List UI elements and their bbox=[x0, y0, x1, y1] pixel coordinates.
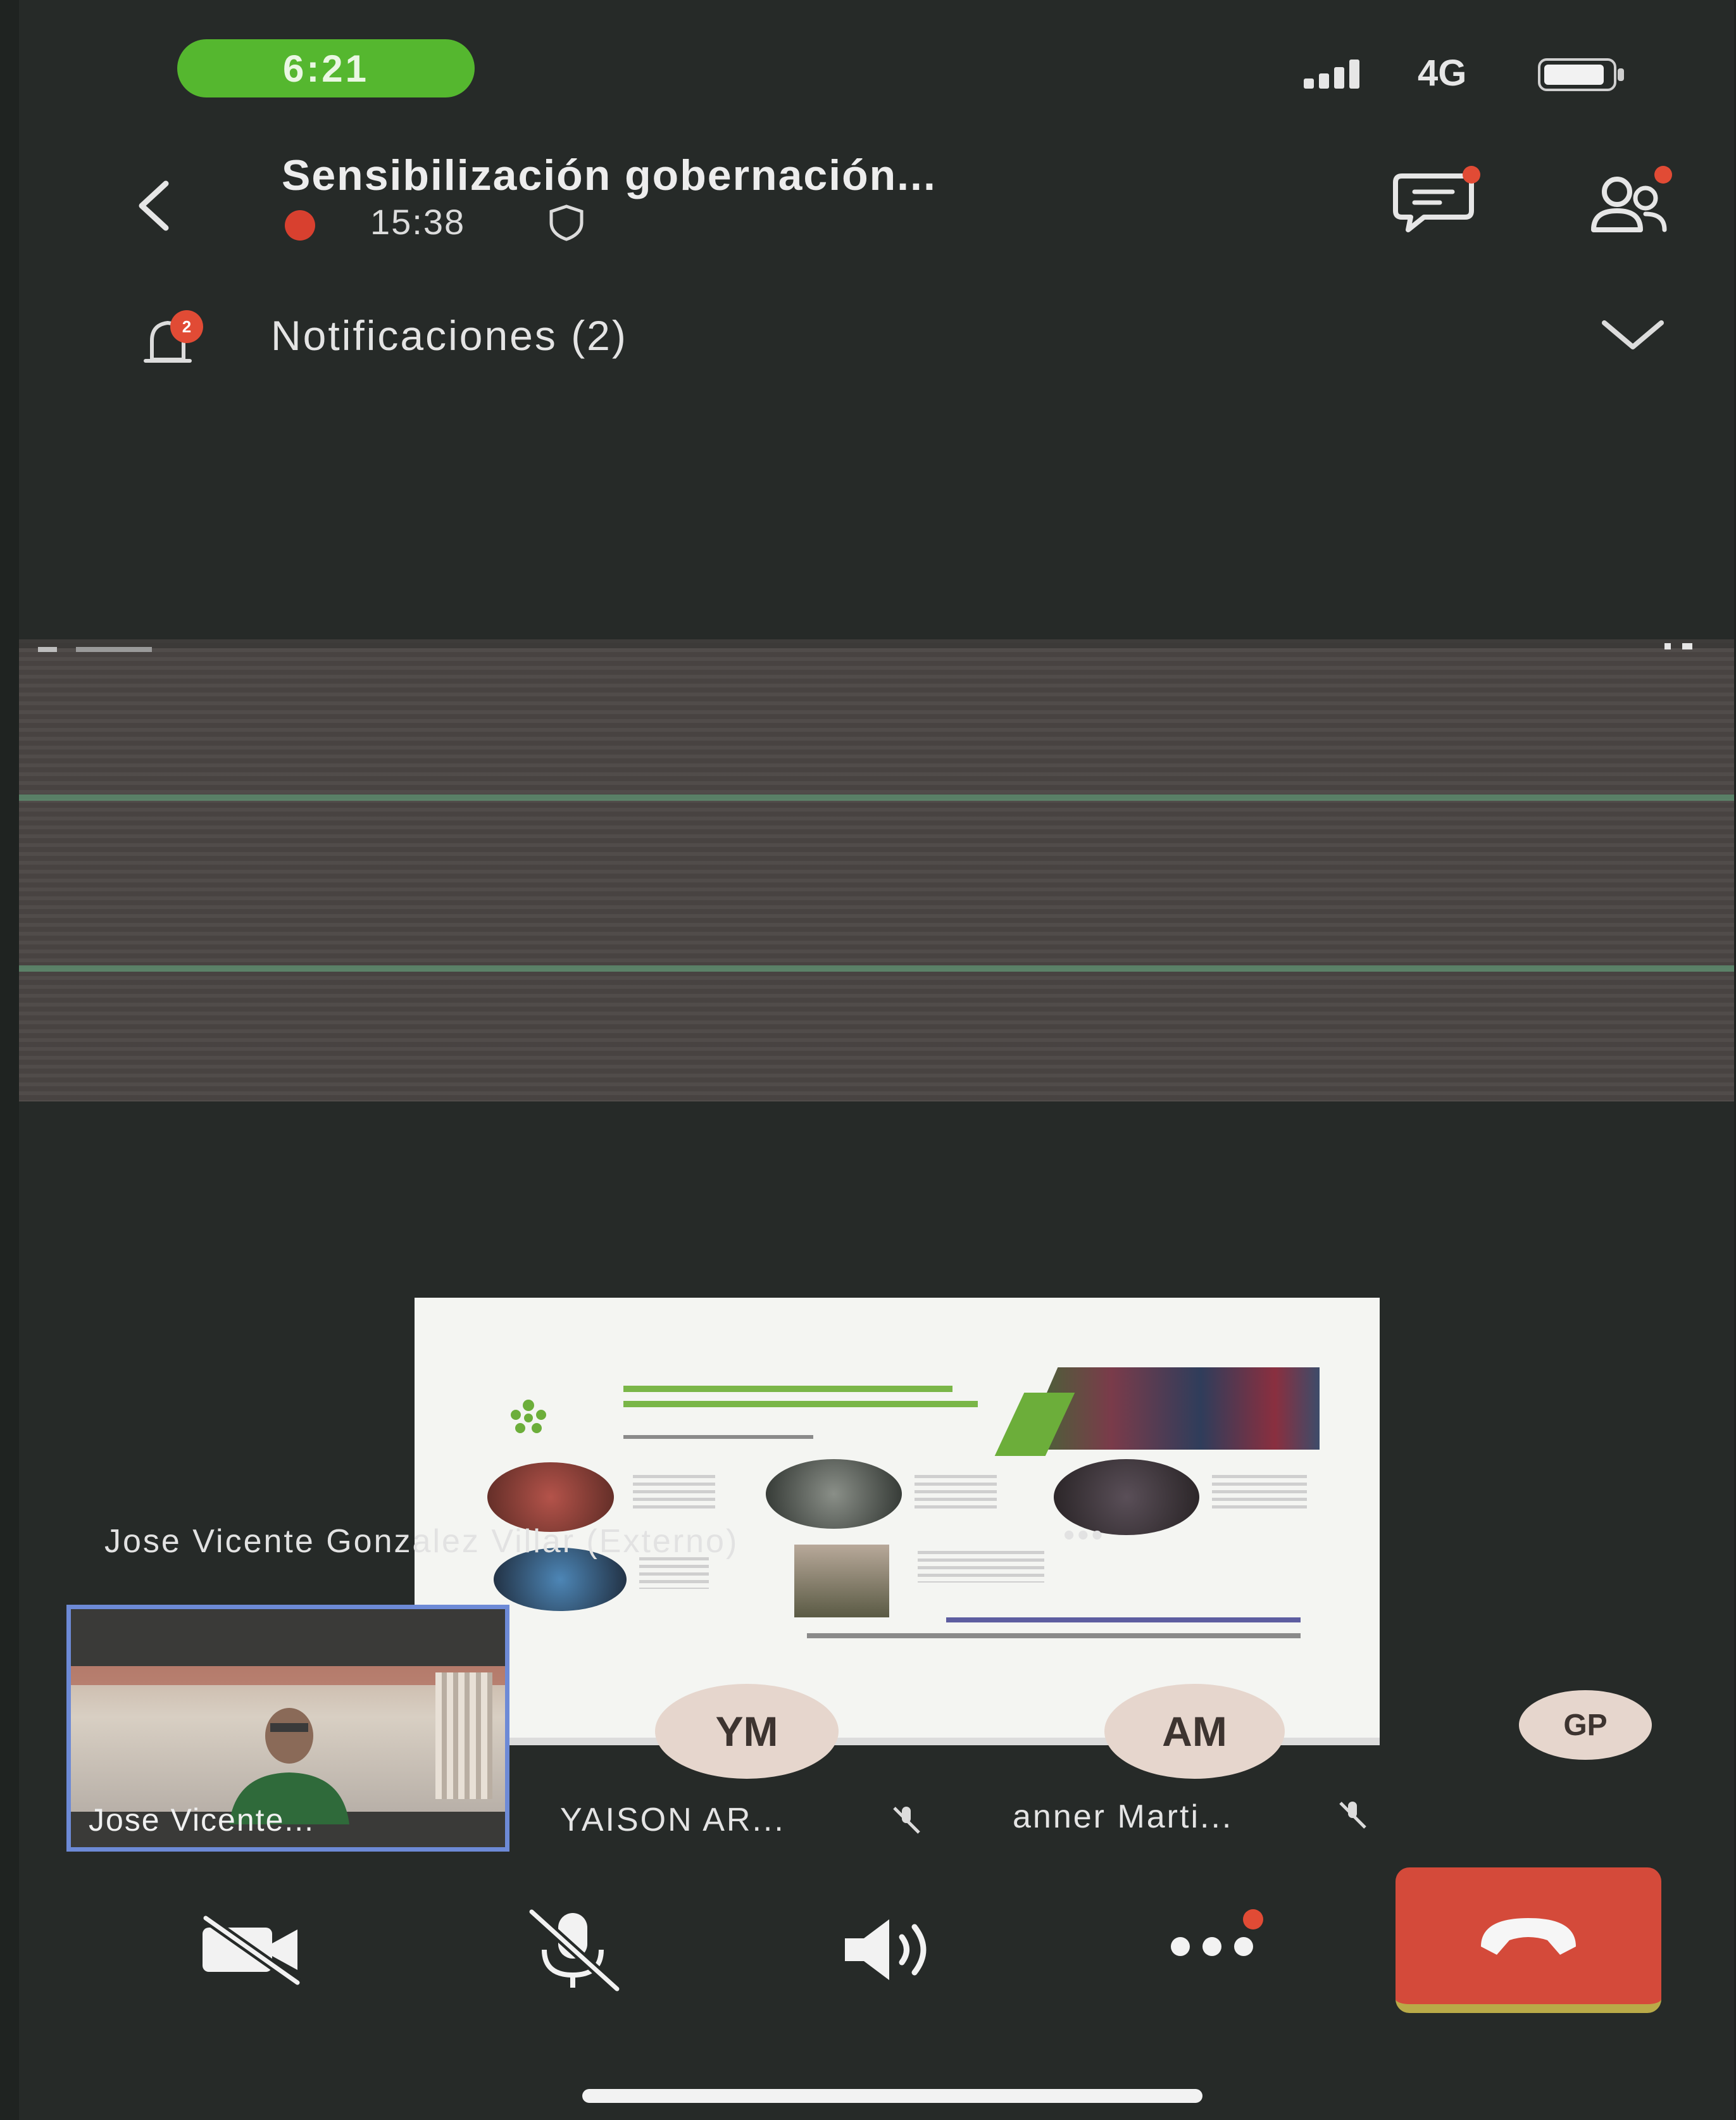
chat-icon[interactable] bbox=[1389, 163, 1484, 239]
avatar-gp[interactable]: GP bbox=[1519, 1690, 1652, 1760]
meeting-duration: 15:38 bbox=[370, 202, 466, 242]
notifications-label[interactable]: Notificaciones (2) bbox=[271, 311, 628, 360]
mic-off-small-icon bbox=[893, 1807, 920, 1834]
end-call-icon bbox=[1481, 1918, 1576, 1955]
network-type: 4G bbox=[1418, 53, 1467, 94]
svg-text:2: 2 bbox=[182, 317, 191, 336]
presentation-slide bbox=[415, 1298, 1380, 1745]
participant-name-am: anner Marti... bbox=[1013, 1798, 1233, 1835]
meeting-title: Sensibilización gobernación... bbox=[282, 151, 937, 199]
slide-photo-2 bbox=[766, 1459, 902, 1529]
avatar-am[interactable]: AM bbox=[1104, 1684, 1285, 1779]
participant-tile-label: Jose Vicente... bbox=[89, 1802, 315, 1838]
speaker-icon[interactable] bbox=[832, 1912, 946, 1988]
participants-icon[interactable] bbox=[1582, 163, 1677, 239]
chevron-left-icon[interactable] bbox=[127, 177, 184, 234]
slide-logo-icon bbox=[511, 1400, 546, 1433]
slide-text-block-3 bbox=[1212, 1475, 1307, 1513]
bell-icon[interactable]: 2 bbox=[133, 309, 209, 372]
active-speaker-more-button[interactable]: ••• bbox=[1063, 1516, 1106, 1554]
slide-text-block-5 bbox=[918, 1551, 1044, 1583]
active-speaker-name: Jose Vicente Gonzalez Villar (Externo) bbox=[104, 1523, 739, 1560]
participant-video-tile[interactable]: Jose Vicente... bbox=[66, 1605, 509, 1852]
status-time-pill: 6:21 bbox=[177, 39, 475, 97]
participant-name-ym: YAISON AR... bbox=[560, 1802, 785, 1838]
camera-off-icon[interactable] bbox=[193, 1912, 307, 1988]
more-icon[interactable] bbox=[1158, 1899, 1272, 1981]
slide-text-block-1 bbox=[633, 1475, 715, 1513]
status-time: 6:21 bbox=[282, 47, 370, 90]
chevron-down-icon[interactable] bbox=[1598, 317, 1668, 354]
end-call-button[interactable] bbox=[1396, 1867, 1661, 2013]
mic-off-icon[interactable] bbox=[519, 1905, 627, 1994]
avatar-ym[interactable]: YM bbox=[655, 1684, 839, 1779]
shield-icon[interactable] bbox=[547, 204, 585, 242]
slide-title-graphic bbox=[623, 1383, 978, 1407]
battery-icon bbox=[1538, 58, 1624, 91]
slide-footer-line bbox=[807, 1633, 1301, 1638]
recording-indicator bbox=[285, 210, 315, 241]
slide-photo-5 bbox=[794, 1545, 889, 1617]
shared-screen-area[interactable] bbox=[19, 639, 1734, 1745]
share-dots-icon bbox=[1664, 643, 1692, 649]
avatar-initials: GP bbox=[1563, 1708, 1608, 1742]
mic-off-small-icon bbox=[1339, 1802, 1366, 1829]
slide-text-block-4 bbox=[639, 1557, 709, 1589]
slide-link-line bbox=[946, 1617, 1301, 1622]
slide-photo-1 bbox=[487, 1462, 614, 1532]
home-indicator[interactable] bbox=[582, 2089, 1202, 2103]
share-indicator-icon bbox=[38, 647, 152, 652]
slide-text-block-2 bbox=[915, 1475, 997, 1513]
slide-subtitle-graphic bbox=[623, 1427, 813, 1439]
avatar-initials: YM bbox=[715, 1708, 778, 1755]
avatar-initials: AM bbox=[1162, 1708, 1227, 1755]
signal-icon bbox=[1304, 60, 1359, 89]
